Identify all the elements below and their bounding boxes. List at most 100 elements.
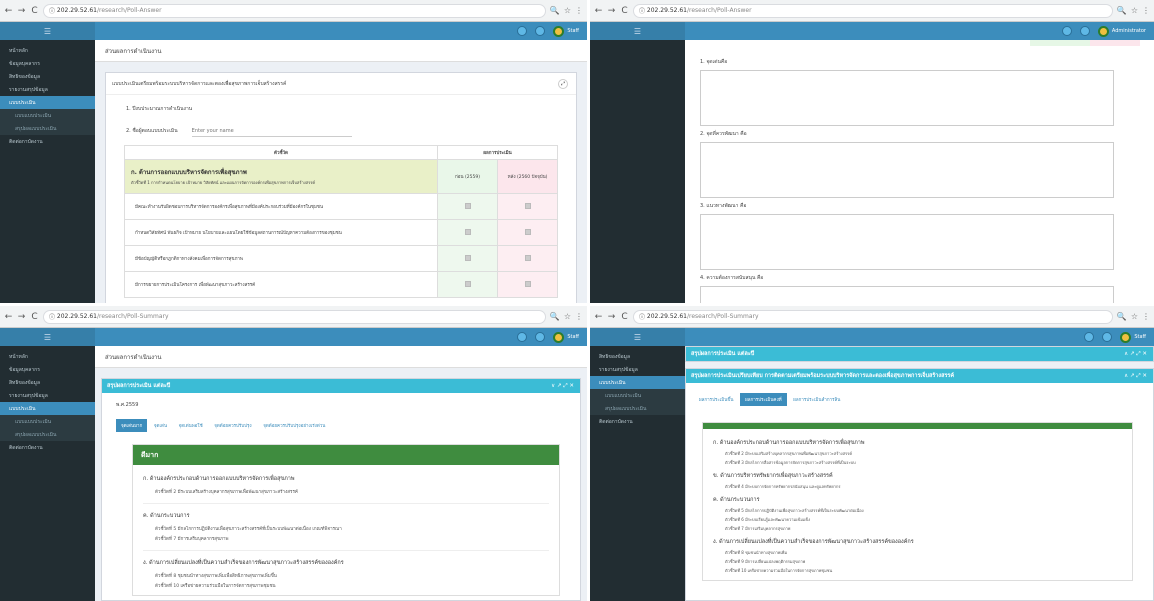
development-textarea[interactable]	[700, 214, 1114, 270]
notification-icon[interactable]	[1061, 26, 1072, 36]
reload-icon[interactable]: C	[620, 312, 629, 322]
sidebar-item[interactable]: รายงานสรุปข้อมูล	[590, 363, 685, 376]
forward-icon[interactable]: →	[17, 312, 26, 322]
sidebar-subitem[interactable]: แบบแบบประเมิน	[590, 389, 685, 402]
hamburger-icon[interactable]: ☰	[590, 328, 685, 346]
sidebar-item[interactable]: รายงานสรุปข้อมูล	[0, 389, 95, 402]
notification-icon[interactable]	[517, 26, 528, 36]
sidebar-subitem[interactable]: สรุปผลแบบประเมิน	[590, 402, 685, 415]
avatar[interactable]	[1120, 331, 1132, 343]
tab-increased[interactable]: ผลการประเมินขึ้น	[694, 393, 739, 406]
strengths-textarea[interactable]	[700, 70, 1114, 126]
checkbox-before[interactable]	[464, 228, 471, 235]
box-controls-icon[interactable]: ∧ ↗ ⤢ ✕	[1124, 373, 1147, 380]
message-icon[interactable]	[1102, 332, 1113, 342]
message-icon[interactable]	[535, 26, 546, 36]
expand-icon[interactable]: ⤢	[558, 78, 568, 89]
zoom-icon[interactable]: 🔍	[1117, 6, 1127, 15]
sidebar-subitem[interactable]: แบบแบบประเมิน	[0, 109, 95, 122]
checkbox-before[interactable]	[464, 254, 471, 261]
zoom-icon[interactable]: 🔍	[1117, 312, 1127, 321]
checkbox-after[interactable]	[524, 228, 531, 235]
back-icon[interactable]: ←	[4, 312, 13, 322]
checkbox-before[interactable]	[464, 280, 471, 287]
sidebar-item[interactable]: หน้าหลัก	[0, 44, 95, 57]
user-name[interactable]: Administrator	[1112, 28, 1146, 34]
support-textarea[interactable]	[700, 286, 1114, 303]
tab-needs-improvement[interactable]: จุดด้อยควรปรับปรุง	[209, 419, 256, 432]
reload-icon[interactable]: C	[30, 312, 39, 322]
hamburger-icon[interactable]: ☰	[0, 22, 95, 40]
sidebar-subitem[interactable]: สรุปผลแบบประเมิน	[0, 428, 95, 441]
forward-icon[interactable]: →	[17, 6, 26, 16]
reload-icon[interactable]: C	[30, 6, 39, 16]
sidebar-item-evaluation[interactable]: แบบประเมิน	[0, 402, 95, 415]
menu-icon[interactable]: ⋮	[575, 6, 583, 15]
message-icon[interactable]	[1079, 26, 1090, 36]
avatar[interactable]	[1097, 25, 1109, 37]
indicator-item: ตัวชี้วัดที่ 8 ชุมชนนำทางสุขภาพเพิ่ม	[725, 550, 788, 555]
sidebar-item[interactable]: สิทธิของข้อมูล	[590, 350, 685, 363]
tab-decreased[interactable]: ผลการประเมินลำการลิน	[788, 393, 845, 406]
forward-icon[interactable]: →	[607, 6, 616, 16]
back-icon[interactable]: ←	[594, 312, 603, 322]
checkbox-after[interactable]	[524, 254, 531, 261]
field-name-label: 2. ชื่อผู้ตอบแบบประเมิน	[126, 128, 178, 134]
user-name[interactable]: Staff	[1134, 334, 1146, 340]
sidebar-item[interactable]: ติดต่อกาบัดงาน	[0, 441, 95, 454]
menu-icon[interactable]: ⋮	[1142, 6, 1150, 15]
sidebar-item[interactable]: ข้อมูลบุคลากร	[0, 57, 95, 70]
user-name[interactable]: Staff	[567, 334, 579, 340]
star-icon[interactable]: ☆	[564, 312, 571, 321]
checkbox-after[interactable]	[524, 280, 531, 287]
sidebar-item[interactable]: สิทธิของข้อมูล	[0, 376, 95, 389]
sidebar-item[interactable]: ข้อมูลบุคลากร	[0, 363, 95, 376]
sidebar-item-evaluation[interactable]: แบบประเมิน	[590, 376, 685, 389]
sidebar-item[interactable]: สิทธิของข้อมูล	[0, 70, 95, 83]
hamburger-icon[interactable]: ☰	[590, 22, 685, 40]
zoom-icon[interactable]: 🔍	[550, 312, 560, 321]
notification-icon[interactable]	[517, 332, 528, 342]
checkbox-before[interactable]	[464, 202, 471, 209]
sidebar-item-evaluation[interactable]: แบบประเมิน	[0, 96, 95, 109]
star-icon[interactable]: ☆	[1131, 312, 1138, 321]
checkbox-after[interactable]	[524, 202, 531, 209]
back-icon[interactable]: ←	[4, 6, 13, 16]
star-icon[interactable]: ☆	[1131, 6, 1138, 15]
star-icon[interactable]: ☆	[564, 6, 571, 15]
tab-good[interactable]: จุดเด่น	[149, 419, 172, 432]
improvement-textarea[interactable]	[700, 142, 1114, 198]
sidebar-item[interactable]: หน้าหลัก	[0, 350, 95, 363]
question-label: 2. จุดที่ควรพัฒนา คือ	[700, 131, 747, 137]
tab-fair[interactable]: จุดเด่นพอใช้	[174, 419, 208, 432]
address-bar[interactable]: ⓘ 202.29.52.61/research/Poll-Answer	[633, 3, 1113, 18]
menu-icon[interactable]: ⋮	[575, 312, 583, 321]
reload-icon[interactable]: C	[620, 6, 629, 16]
user-name[interactable]: Staff	[567, 28, 579, 34]
respondent-name-input[interactable]	[191, 125, 352, 137]
zoom-icon[interactable]: 🔍	[550, 6, 560, 15]
sidebar-subitem[interactable]: แบบแบบประเมิน	[0, 415, 95, 428]
box-controls-icon[interactable]: ∨ ↗ ⤢ ✕	[551, 383, 574, 390]
hamburger-icon[interactable]: ☰	[0, 328, 95, 346]
sidebar-item[interactable]: รายงานสรุปข้อมูล	[0, 83, 95, 96]
back-icon[interactable]: ←	[594, 6, 603, 16]
message-icon[interactable]	[535, 332, 546, 342]
sidebar-item[interactable]: ติดต่อกาบัดงาน	[590, 415, 685, 428]
sidebar-item[interactable]: ติดต่อกาบัดงาน	[0, 135, 95, 148]
avatar[interactable]	[553, 25, 565, 37]
forward-icon[interactable]: →	[607, 312, 616, 322]
address-bar[interactable]: ⓘ 202.29.52.61/research/Poll-Summary	[43, 309, 546, 324]
category-title: ค. ด้านกระบวนการ	[143, 513, 190, 519]
question-label: 1. จุดเด่นคือ	[700, 59, 728, 65]
avatar[interactable]	[553, 331, 565, 343]
address-bar[interactable]: ⓘ 202.29.52.61/research/Poll-Summary	[633, 309, 1113, 324]
sidebar-subitem[interactable]: สรุปผลแบบประเมิน	[0, 122, 95, 135]
menu-icon[interactable]: ⋮	[1142, 312, 1150, 321]
tab-very-good[interactable]: จุดเด่นมาก	[116, 419, 148, 432]
tab-urgent-improvement[interactable]: จุดด้อยควรปรับปรุงอย่างเร่งด่วน	[258, 419, 330, 432]
box-controls-icon[interactable]: ∧ ↗ ⤢ ✕	[1124, 351, 1147, 358]
notification-icon[interactable]	[1084, 332, 1095, 342]
tab-stable[interactable]: ผลการประเมินคงที่	[740, 393, 787, 406]
address-bar[interactable]: ⓘ 202.29.52.61/research/Poll-Answer	[43, 3, 546, 18]
